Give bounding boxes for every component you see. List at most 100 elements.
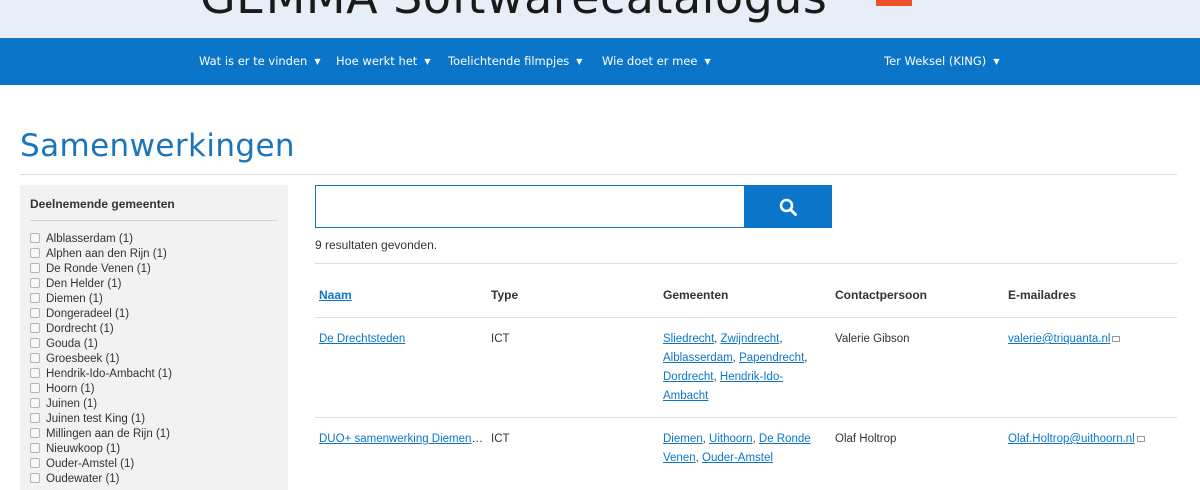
gemeente-link[interactable]: Sliedrecht: [663, 333, 714, 345]
filter-checkbox[interactable]: [30, 443, 40, 453]
gemeente-link[interactable]: Alblasserdam: [663, 352, 733, 364]
column-header-contactpersoon: Contactpersoon: [835, 288, 928, 302]
filter-item[interactable]: Nieuwkoop (1): [30, 442, 172, 457]
filter-label: Ouder-Amstel (1): [46, 458, 135, 470]
nav-item-wat-is-er-te-vinden[interactable]: Wat is er te vinden ▼: [199, 38, 321, 85]
column-header-naam[interactable]: Naam: [319, 288, 352, 302]
caret-down-icon: ▼: [576, 57, 583, 66]
filter-checkbox[interactable]: [30, 278, 40, 288]
nav-item-hoe-werkt-het[interactable]: Hoe werkt het ▼: [336, 38, 430, 85]
gemeente-link[interactable]: Zwijndrecht: [721, 333, 780, 345]
samenwerking-link[interactable]: DUO+ samenwerking Diemen, Ouder-Amstel, …: [319, 433, 484, 445]
filter-label: Diemen (1): [46, 293, 103, 305]
filter-item[interactable]: Juinen test King (1): [30, 412, 172, 427]
filter-checkbox[interactable]: [30, 308, 40, 318]
gemeente-link[interactable]: Dordrecht: [663, 371, 714, 383]
filter-label: Dongeradeel (1): [46, 308, 130, 320]
column-header-email: E-mailadres: [1008, 288, 1077, 302]
caret-down-icon: ▼: [704, 57, 711, 66]
filter-heading: Deelnemende gemeenten: [30, 197, 175, 211]
filter-item[interactable]: Dordrecht (1): [30, 322, 172, 337]
result-count: 9 resultaten gevonden.: [315, 238, 438, 252]
main-navbar: Wat is er te vinden ▼ Hoe werkt het ▼ Toel…: [0, 38, 1200, 85]
filter-list: Alblasserdam (1) Alphen aan den Rijn (1) D…: [30, 232, 172, 487]
search-field[interactable]: [315, 185, 745, 228]
filter-label: Juinen (1): [46, 398, 98, 410]
user-label: Ter Weksel (KING): [884, 54, 987, 68]
filter-label: Nieuwkoop (1): [46, 443, 121, 455]
filter-item[interactable]: Alphen aan den Rijn (1): [30, 247, 172, 262]
filter-checkbox[interactable]: [30, 398, 40, 408]
filter-checkbox[interactable]: [30, 323, 40, 333]
divider: [30, 220, 277, 221]
filter-item[interactable]: Millingen aan de Rijn (1): [30, 427, 172, 442]
filter-item[interactable]: Juinen (1): [30, 397, 172, 412]
cell-type: ICT: [491, 333, 510, 345]
samenwerking-link[interactable]: De Drechtsteden: [319, 333, 405, 345]
cell-contactpersoon: Olaf Holtrop: [835, 433, 897, 445]
table-row: De Drechtsteden ICT Sliedrecht, Zwijndrech…: [315, 318, 1177, 418]
site-banner: GEMMA Softwarecatalogus: [0, 0, 1200, 38]
email-link[interactable]: Olaf.Holtrop@uithoorn.nl: [1008, 433, 1135, 445]
filter-item[interactable]: Hendrik-Ido-Ambacht (1): [30, 367, 172, 382]
filter-item[interactable]: De Ronde Venen (1): [30, 262, 172, 277]
search-icon: [779, 198, 797, 216]
gemeente-link[interactable]: Uithoorn: [709, 433, 752, 445]
cell-email: valerie@triquanta.nl: [1008, 330, 1121, 349]
gemeente-link[interactable]: Ouder-Amstel: [702, 452, 773, 464]
email-link[interactable]: valerie@triquanta.nl: [1008, 333, 1110, 345]
filter-item[interactable]: Groesbeek (1): [30, 352, 172, 367]
filter-item[interactable]: Dongeradeel (1): [30, 307, 172, 322]
filter-label: Gouda (1): [46, 338, 98, 350]
divider: [20, 174, 1177, 175]
filter-checkbox[interactable]: [30, 263, 40, 273]
filter-label: Hoorn (1): [46, 383, 95, 395]
user-menu[interactable]: Ter Weksel (KING) ▼: [884, 38, 999, 85]
filter-item[interactable]: Gouda (1): [30, 337, 172, 352]
filter-label: De Ronde Venen (1): [46, 263, 151, 275]
filter-checkbox[interactable]: [30, 413, 40, 423]
search-button[interactable]: [744, 185, 832, 228]
filter-checkbox[interactable]: [30, 383, 40, 393]
filter-checkbox[interactable]: [30, 473, 40, 483]
gemeente-link[interactable]: Diemen: [663, 433, 703, 445]
nav-item-wie-doet-er-mee[interactable]: Wie doet er mee ▼: [602, 38, 711, 85]
filter-item[interactable]: Hoorn (1): [30, 382, 172, 397]
cell-naam: De Drechtsteden: [319, 330, 484, 349]
filter-label: Oudewater (1): [46, 473, 120, 485]
cell-email: Olaf.Holtrop@uithoorn.nl: [1008, 430, 1145, 449]
filter-checkbox[interactable]: [30, 233, 40, 243]
filter-checkbox[interactable]: [30, 458, 40, 468]
cell-contactpersoon: Valerie Gibson: [835, 333, 910, 345]
nav-label: Hoe werkt het: [336, 54, 418, 68]
gemeente-link[interactable]: Papendrecht: [739, 352, 804, 364]
filter-label: Groesbeek (1): [46, 353, 120, 365]
filter-item[interactable]: Diemen (1): [30, 292, 172, 307]
filter-sidebar: Deelnemende gemeenten Alblasserdam (1) Al…: [20, 185, 288, 490]
caret-down-icon: ▼: [424, 57, 431, 66]
filter-checkbox[interactable]: [30, 248, 40, 258]
filter-label: Alblasserdam (1): [46, 233, 133, 245]
filter-checkbox[interactable]: [30, 428, 40, 438]
filter-checkbox[interactable]: [30, 353, 40, 363]
filter-item[interactable]: Ouder-Amstel (1): [30, 457, 172, 472]
search-input[interactable]: [316, 186, 744, 227]
filter-item[interactable]: Alblasserdam (1): [30, 232, 172, 247]
filter-checkbox[interactable]: [30, 293, 40, 303]
filter-checkbox[interactable]: [30, 368, 40, 378]
cell-gemeenten: Diemen, Uithoorn, De Ronde Venen, Ouder-…: [663, 433, 811, 464]
site-title[interactable]: GEMMA Softwarecatalogus: [200, 0, 827, 24]
filter-item[interactable]: Oudewater (1): [30, 472, 172, 487]
table-row: DUO+ samenwerking Diemen, Ouder-Amstel, …: [315, 418, 1177, 490]
results-table: Naam Type Gemeenten Contactpersoon E-mai…: [315, 264, 1177, 490]
filter-label: Hendrik-Ido-Ambacht (1): [46, 368, 172, 380]
cell-type: ICT: [491, 433, 510, 445]
column-header-gemeenten: Gemeenten: [663, 288, 729, 302]
mail-icon: [1136, 436, 1145, 442]
filter-checkbox[interactable]: [30, 338, 40, 348]
table-header-row: Naam Type Gemeenten Contactpersoon E-mai…: [315, 264, 1177, 318]
page-title: Samenwerkingen: [20, 128, 295, 164]
logo-icon[interactable]: [876, 0, 912, 6]
nav-item-toelichtende-filmpjes[interactable]: Toelichtende filmpjes ▼: [448, 38, 582, 85]
filter-item[interactable]: Den Helder (1): [30, 277, 172, 292]
